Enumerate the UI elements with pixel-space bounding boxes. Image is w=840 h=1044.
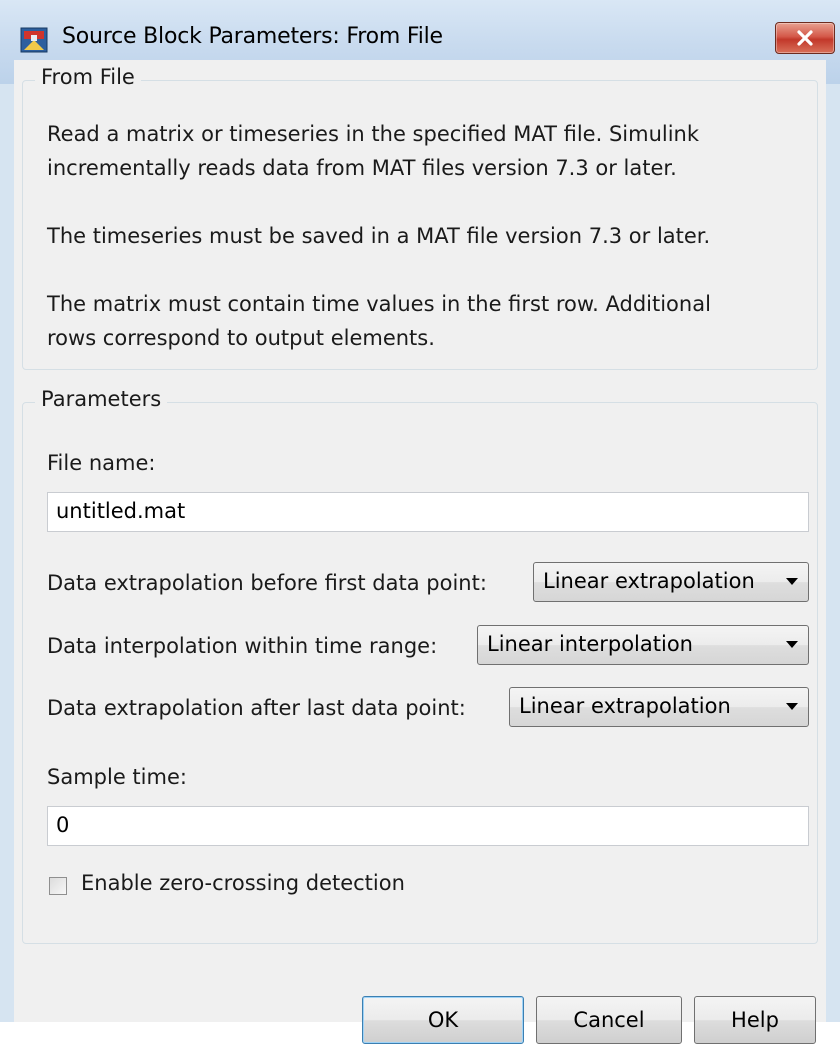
description-line: rows correspond to output elements. (47, 326, 435, 350)
chevron-down-icon (786, 641, 798, 648)
file-name-input[interactable]: untitled.mat (47, 492, 809, 532)
description-line: The timeseries must be saved in a MAT fi… (47, 224, 711, 248)
chevron-down-icon (786, 703, 798, 710)
description-line: incrementally reads data from MAT files … (47, 156, 677, 180)
window-title: Source Block Parameters: From File (62, 24, 443, 49)
zero-crossing-label[interactable]: Enable zero-crossing detection (81, 871, 405, 895)
interp-label: Data interpolation within time range: (47, 634, 438, 658)
description-paragraph: Read a matrix or timeseries in the speci… (47, 117, 699, 185)
extrap-after-select[interactable]: Linear extrapolation (509, 687, 809, 727)
description-paragraph: The matrix must contain time values in t… (47, 287, 711, 355)
sample-time-input[interactable]: 0 (47, 806, 809, 846)
help-button[interactable]: Help (694, 996, 816, 1044)
extrap-before-select[interactable]: Linear extrapolation (533, 562, 809, 602)
file-name-label: File name: (47, 451, 156, 475)
description-line: Read a matrix or timeseries in the speci… (47, 122, 700, 146)
extrap-before-value: Linear extrapolation (543, 569, 755, 593)
interp-value: Linear interpolation (487, 632, 693, 656)
close-button[interactable] (775, 22, 835, 54)
interp-select[interactable]: Linear interpolation (477, 625, 809, 665)
description-paragraph: The timeseries must be saved in a MAT fi… (47, 219, 710, 253)
extrap-before-label: Data extrapolation before first data poi… (47, 571, 487, 595)
chevron-down-icon (786, 578, 798, 585)
extrap-after-value: Linear extrapolation (519, 694, 731, 718)
sample-time-label: Sample time: (47, 765, 187, 789)
dialog-window: Source Block Parameters: From File From … (0, 0, 840, 1044)
ok-button[interactable]: OK (362, 996, 524, 1044)
extrap-after-label: Data extrapolation after last data point… (47, 696, 466, 720)
from-file-group: From File Read a matrix or timeseries in… (22, 65, 818, 370)
description-line: The matrix must contain time values in t… (47, 292, 711, 316)
simulink-block-icon (20, 27, 48, 53)
parameters-group: Parameters File name: untitled.mat Data … (22, 387, 818, 944)
cancel-button[interactable]: Cancel (536, 996, 682, 1044)
zero-crossing-checkbox[interactable] (49, 877, 67, 895)
close-icon (797, 30, 813, 46)
from-file-group-title: From File (35, 65, 141, 89)
dialog-body: From File Read a matrix or timeseries in… (14, 60, 826, 1044)
parameters-group-title: Parameters (35, 387, 168, 411)
